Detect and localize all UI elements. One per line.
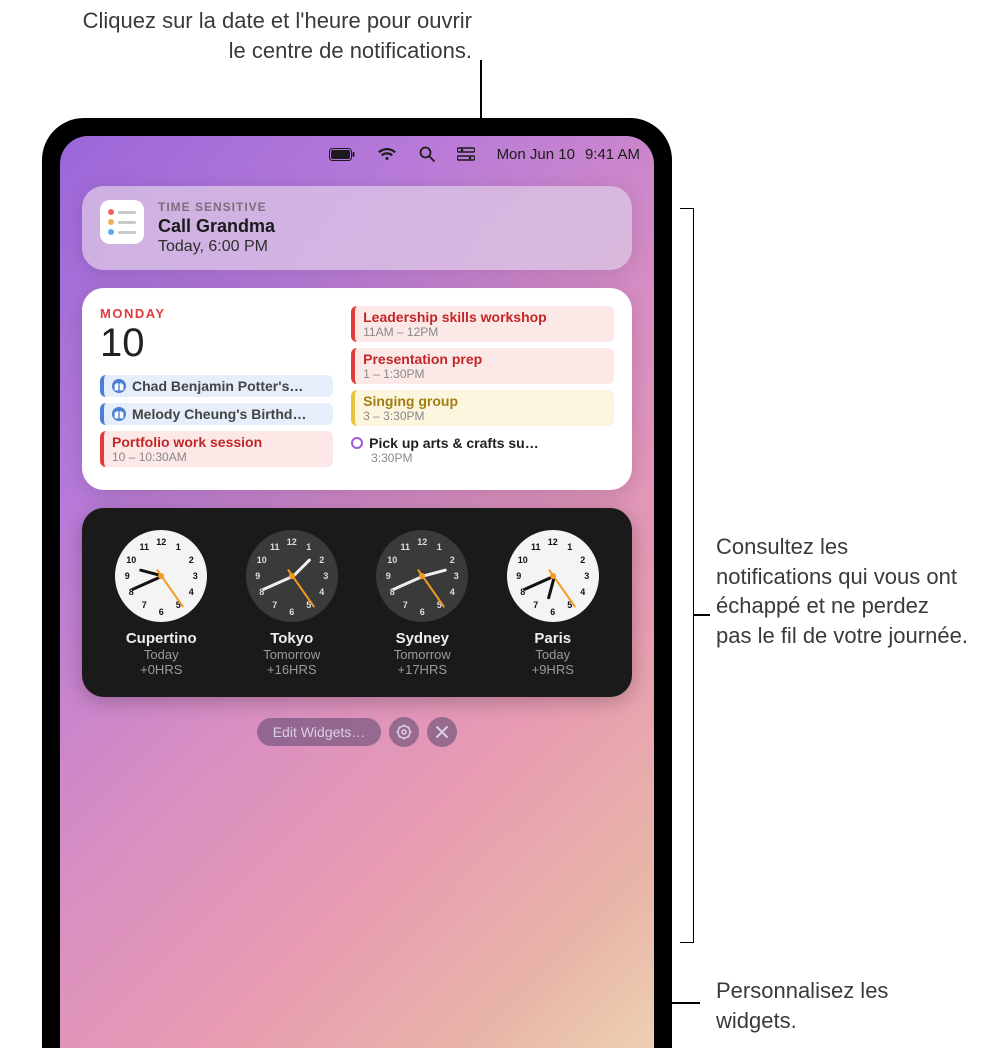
- callout-bottom: Personnalisez les widgets.: [716, 976, 946, 1035]
- event-time: 11AM – 12PM: [363, 325, 606, 339]
- device-frame: Mon Jun 10 9:41 AM TIME SENSITIVE Call G…: [42, 118, 672, 1048]
- edit-widgets-row: Edit Widgets…: [82, 717, 632, 747]
- calendar-event: Portfolio work session 10 – 10:30AM: [100, 431, 333, 467]
- widget-settings-button[interactable]: [389, 717, 419, 747]
- clock-offset: +17HRS: [376, 662, 468, 677]
- calendar-event: Presentation prep 1 – 1:30PM: [351, 348, 614, 384]
- calendar-day-label: MONDAY: [100, 306, 333, 321]
- calendar-event: Melody Cheung's Birthd…: [100, 403, 333, 425]
- world-clock-widget[interactable]: 121234567891011CupertinoToday+0HRS121234…: [82, 508, 632, 697]
- calendar-event: Pick up arts & crafts su… 3:30PM: [351, 432, 614, 468]
- clock-city: Paris: [507, 630, 599, 647]
- clock-face: 121234567891011: [115, 530, 207, 622]
- notification-subtitle: Today, 6:00 PM: [158, 238, 275, 256]
- event-time: 10 – 10:30AM: [112, 450, 325, 464]
- reminder-notification[interactable]: TIME SENSITIVE Call Grandma Today, 6:00 …: [82, 186, 632, 270]
- clock-city: Tokyo: [246, 630, 338, 647]
- clock-column: 121234567891011 TokyoTomorrow+16HRS: [246, 530, 338, 677]
- clock-face: 121234567891011: [376, 530, 468, 622]
- clock-offset: +9HRS: [507, 662, 599, 677]
- calendar-day-number: 10: [100, 323, 333, 363]
- notification-title: Call Grandma: [158, 216, 275, 237]
- event-title: Singing group: [363, 393, 606, 409]
- wifi-icon[interactable]: [377, 147, 397, 161]
- reminders-app-icon: [100, 200, 144, 244]
- event-time: 3 – 3:30PM: [363, 409, 606, 423]
- clock-offset: +16HRS: [246, 662, 338, 677]
- calendar-event: Chad Benjamin Potter's…: [100, 375, 333, 397]
- control-center-icon[interactable]: [457, 147, 475, 161]
- callout-top: Cliquez sur la date et l'heure pour ouvr…: [62, 6, 472, 65]
- clock-day: Tomorrow: [246, 647, 338, 662]
- notification-text: TIME SENSITIVE Call Grandma Today, 6:00 …: [158, 200, 275, 256]
- calendar-right-column: Leadership skills workshop 11AM – 12PM P…: [351, 306, 614, 474]
- clock-column: 121234567891011 CupertinoToday+0HRS: [115, 530, 207, 677]
- event-title: Pick up arts & crafts su…: [369, 435, 539, 451]
- menu-bar: Mon Jun 10 9:41 AM: [60, 136, 654, 172]
- gear-icon: [396, 724, 412, 740]
- calendar-event: Singing group 3 – 3:30PM: [351, 390, 614, 426]
- close-icon: [435, 725, 449, 739]
- event-title: Portfolio work session: [112, 434, 325, 450]
- event-title: Chad Benjamin Potter's…: [132, 378, 303, 394]
- event-title: Presentation prep: [363, 351, 606, 367]
- clock-day: Today: [115, 647, 207, 662]
- clock-column: 121234567891011 ParisToday+9HRS: [507, 530, 599, 677]
- edit-widgets-button[interactable]: Edit Widgets…: [257, 718, 382, 746]
- birthday-icon: [112, 379, 126, 393]
- clock-offset: +0HRS: [115, 662, 207, 677]
- callout-right: Consultez les notifications qui vous ont…: [716, 532, 970, 651]
- calendar-event: Leadership skills workshop 11AM – 12PM: [351, 306, 614, 342]
- event-time: 3:30PM: [351, 451, 606, 465]
- notification-label: TIME SENSITIVE: [158, 200, 275, 214]
- menubar-time: 9:41 AM: [585, 146, 640, 163]
- clock-face: 121234567891011: [246, 530, 338, 622]
- clock-day: Tomorrow: [376, 647, 468, 662]
- event-time: 1 – 1:30PM: [363, 367, 606, 381]
- battery-icon[interactable]: [329, 148, 355, 161]
- menubar-date: Mon Jun 10: [497, 146, 575, 163]
- menubar-datetime[interactable]: Mon Jun 10 9:41 AM: [497, 146, 640, 163]
- spotlight-icon[interactable]: [419, 146, 435, 162]
- clock-column: 121234567891011 SydneyTomorrow+17HRS: [376, 530, 468, 677]
- callout-line-right: [694, 614, 710, 616]
- callout-bracket-right: [680, 208, 694, 943]
- notification-center: TIME SENSITIVE Call Grandma Today, 6:00 …: [82, 186, 632, 747]
- event-title: Melody Cheung's Birthd…: [132, 406, 306, 422]
- clock-city: Cupertino: [115, 630, 207, 647]
- calendar-left-column: MONDAY 10 Chad Benjamin Potter's… Melody…: [100, 306, 333, 474]
- birthday-icon: [112, 407, 126, 421]
- reminder-circle-icon: [351, 437, 363, 449]
- calendar-widget[interactable]: MONDAY 10 Chad Benjamin Potter's… Melody…: [82, 288, 632, 490]
- screen: Mon Jun 10 9:41 AM TIME SENSITIVE Call G…: [60, 136, 654, 1048]
- clock-day: Today: [507, 647, 599, 662]
- clock-city: Sydney: [376, 630, 468, 647]
- close-widgets-button[interactable]: [427, 717, 457, 747]
- event-title: Leadership skills workshop: [363, 309, 606, 325]
- clock-face: 121234567891011: [507, 530, 599, 622]
